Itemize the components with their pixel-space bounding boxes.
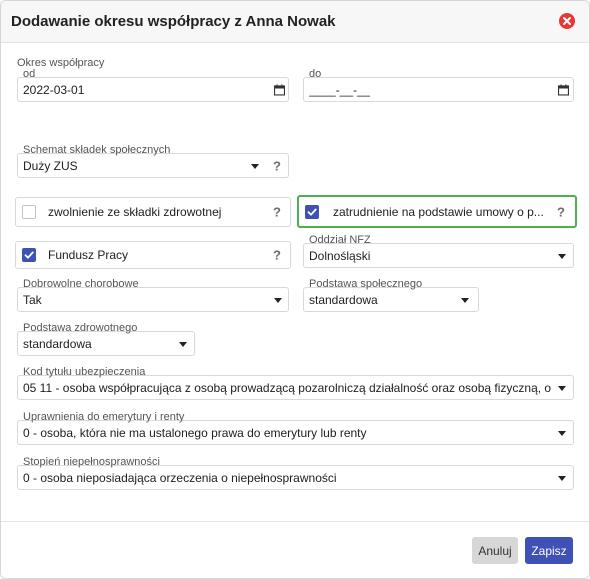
chevron-down-icon [558, 430, 566, 436]
chevron-down-icon [558, 475, 566, 481]
labor-fund-checkbox-field[interactable]: Fundusz Pracy ? [15, 241, 291, 269]
calendar-icon[interactable] [558, 84, 569, 95]
date-from-value: 2022-03-01 [23, 82, 85, 97]
nfz-value: Dolnośląski [309, 248, 371, 263]
pension-rights-select[interactable]: Uprawnienia do emerytury i renty 0 - oso… [17, 412, 574, 445]
disability-select[interactable]: Stopień niepełnosprawności 0 - osoba nie… [17, 457, 574, 490]
chevron-down-icon [179, 341, 187, 347]
chevron-down-icon [558, 253, 566, 259]
sickness-select[interactable]: Dobrowolne chorobowe Tak [17, 279, 289, 312]
dialog: Dodawanie okresu współpracy z Anna Nowak… [0, 0, 590, 579]
close-icon[interactable] [559, 13, 575, 29]
health-base-select[interactable]: Podstawa zdrowotnego standardowa [17, 323, 195, 356]
employment-checkbox-field[interactable]: zatrudnienie na podstawie umowy o p... ? [297, 195, 577, 228]
cancel-button[interactable]: Anuluj [472, 537, 518, 564]
dialog-title: Dodawanie okresu współpracy z Anna Nowak [11, 13, 336, 30]
labor-fund-label: Fundusz Pracy [48, 248, 129, 262]
save-button[interactable]: Zapisz [525, 537, 573, 564]
health-exempt-label: zwolnienie ze składki zdrowotnej [48, 205, 222, 219]
social-base-select[interactable]: Podstawa społecznego standardowa [303, 279, 479, 312]
disability-value: 0 - osoba nieposiadająca orzeczenia o ni… [23, 470, 337, 485]
sickness-value: Tak [23, 292, 42, 307]
dialog-footer: Anuluj Zapisz [1, 521, 589, 578]
checkbox-checked[interactable] [305, 204, 319, 219]
nfz-select[interactable]: Oddział NFZ Dolnośląski [303, 235, 574, 268]
help-icon[interactable]: ? [273, 205, 281, 220]
insurance-code-select[interactable]: Kod tytułu ubezpieczenia 05 11 - osoba w… [17, 367, 574, 400]
date-to-value: ____-__-__ [309, 82, 371, 97]
help-icon[interactable]: ? [273, 248, 281, 263]
insurance-code-value: 05 11 - osoba współpracująca z osobą pro… [23, 380, 553, 395]
help-icon[interactable]: ? [557, 204, 565, 219]
health-exempt-checkbox-field[interactable]: zwolnienie ze składki zdrowotnej ? [15, 197, 291, 227]
social-base-value: standardowa [309, 292, 378, 307]
chevron-down-icon [558, 385, 566, 391]
schema-select[interactable]: Schemat składek społecznych Duży ZUS ? [17, 145, 289, 178]
employment-label: zatrudnienie na podstawie umowy o p... [333, 204, 544, 219]
checkbox-checked[interactable] [22, 248, 36, 262]
calendar-icon[interactable] [274, 84, 285, 95]
pension-rights-value: 0 - osoba, która nie ma ustalonego prawa… [23, 425, 367, 440]
schema-value: Duży ZUS [23, 158, 78, 173]
health-base-value: standardowa [23, 336, 92, 351]
chevron-down-icon [251, 163, 259, 169]
date-to-field[interactable]: do ____-__-__ [303, 69, 574, 102]
checkbox-unchecked[interactable] [22, 205, 36, 219]
chevron-down-icon [461, 297, 469, 303]
dialog-header: Dodawanie okresu współpracy z Anna Nowak [1, 1, 589, 43]
help-icon[interactable]: ? [273, 158, 281, 173]
date-from-field[interactable]: od 2022-03-01 [17, 69, 289, 102]
chevron-down-icon [274, 297, 282, 303]
